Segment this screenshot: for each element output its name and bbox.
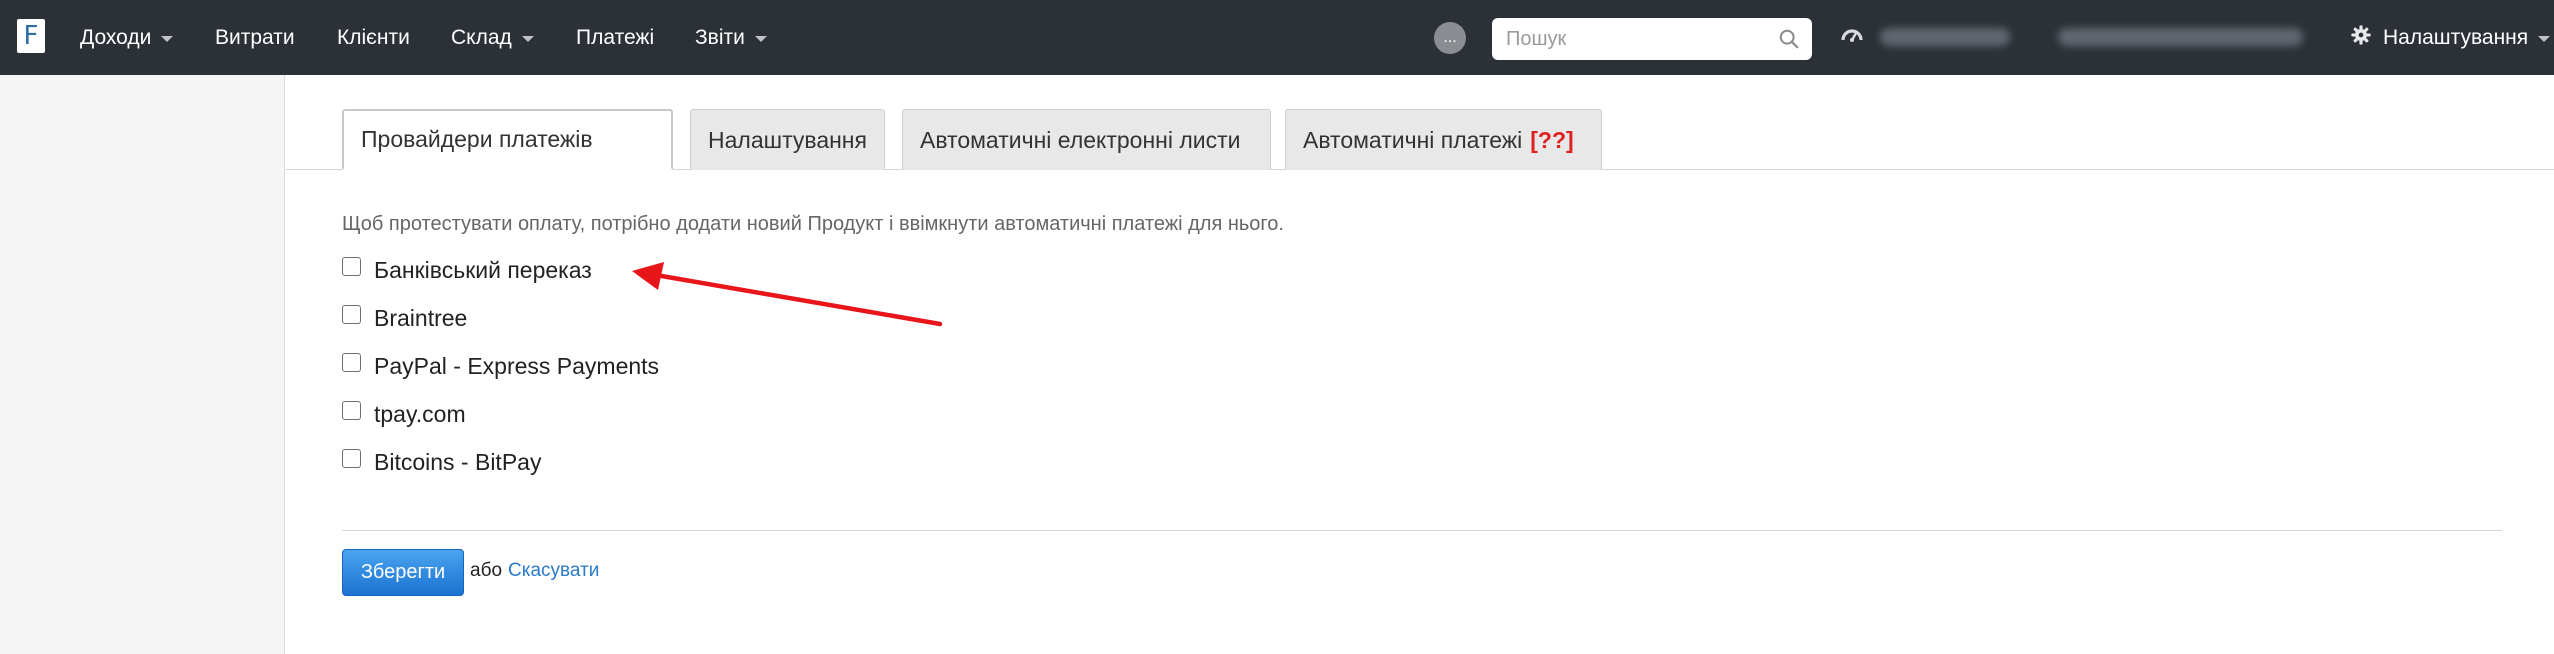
save-button[interactable]: Зберегти (342, 549, 464, 596)
nav-item-label: Доходи (80, 25, 152, 49)
nav-item-clients[interactable]: Клієнти (337, 0, 410, 75)
more-button[interactable]: ... (1434, 22, 1466, 54)
nav-item-income[interactable]: Доходи (80, 0, 174, 75)
nav-item-label: Склад (451, 25, 512, 49)
caret-down-icon (754, 35, 767, 42)
caret-down-icon (161, 35, 174, 42)
or-text: або (470, 560, 503, 581)
cancel-link[interactable]: Скасувати (508, 560, 599, 582)
warning-badge: [??] (1530, 126, 1574, 153)
checkbox[interactable] (342, 304, 361, 324)
app-logo[interactable]: F (17, 19, 45, 53)
caret-down-icon (521, 35, 534, 42)
provider-bank-transfer[interactable]: Банківський переказ (342, 255, 592, 285)
account-name-redacted (1880, 28, 2010, 46)
checkbox[interactable] (342, 448, 361, 468)
gear-icon[interactable] (2350, 24, 2372, 46)
settings-label: Налаштування (2383, 25, 2529, 49)
app-logo-letter: F (23, 21, 39, 51)
top-navbar: F Доходи Витрати Клієнти Склад Платежі З… (0, 0, 2554, 75)
hint-text: Щоб протестувати оплату, потрібно додати… (342, 213, 1284, 235)
nav-item-expenses[interactable]: Витрати (215, 0, 295, 75)
nav-item-warehouse[interactable]: Склад (451, 0, 534, 75)
checkbox[interactable] (342, 352, 361, 372)
provider-label: PayPal - Express Payments (374, 352, 660, 379)
provider-label: tpay.com (374, 400, 466, 427)
tab-automatic-payments[interactable]: Автоматичні платежі [??] (1285, 109, 1602, 170)
tab-settings[interactable]: Налаштування (690, 109, 885, 170)
checkbox[interactable] (342, 256, 361, 276)
checkbox[interactable] (342, 400, 361, 420)
tab-label: Налаштування (708, 126, 867, 153)
provider-braintree[interactable]: Braintree (342, 303, 467, 333)
dashboard-icon[interactable] (1840, 24, 1864, 48)
nav-item-label: Платежі (576, 25, 655, 49)
provider-tpay[interactable]: tpay.com (342, 399, 466, 429)
search-input[interactable] (1506, 27, 1756, 51)
tab-label: Провайдери платежів (361, 126, 593, 152)
arrow-annotation (632, 262, 943, 327)
tab-label: Автоматичні електронні листи (920, 126, 1241, 153)
account-email-redacted (2058, 28, 2303, 46)
tab-label: Автоматичні платежі (1303, 126, 1523, 153)
nav-item-label: Клієнти (337, 25, 410, 49)
nav-item-label: Витрати (215, 25, 295, 49)
form-divider (342, 530, 2502, 531)
sidebar (0, 75, 285, 654)
nav-item-payments[interactable]: Платежі (576, 0, 654, 75)
tab-automatic-emails[interactable]: Автоматичні електронні листи (902, 109, 1271, 170)
provider-label: Braintree (374, 304, 468, 331)
search-box (1492, 18, 1812, 60)
nav-item-reports[interactable]: Звіти (695, 0, 767, 75)
provider-bitpay[interactable]: Bitcoins - BitPay (342, 447, 541, 477)
provider-paypal[interactable]: PayPal - Express Payments (342, 351, 659, 381)
search-icon[interactable] (1778, 28, 1800, 50)
settings-menu[interactable]: Налаштування (2383, 0, 2551, 75)
provider-label: Bitcoins - BitPay (374, 448, 542, 475)
provider-label: Банківський переказ (374, 256, 592, 283)
tab-payment-providers[interactable]: Провайдери платежів (342, 109, 673, 170)
caret-down-icon (2538, 35, 2551, 42)
nav-item-label: Звіти (695, 25, 745, 49)
